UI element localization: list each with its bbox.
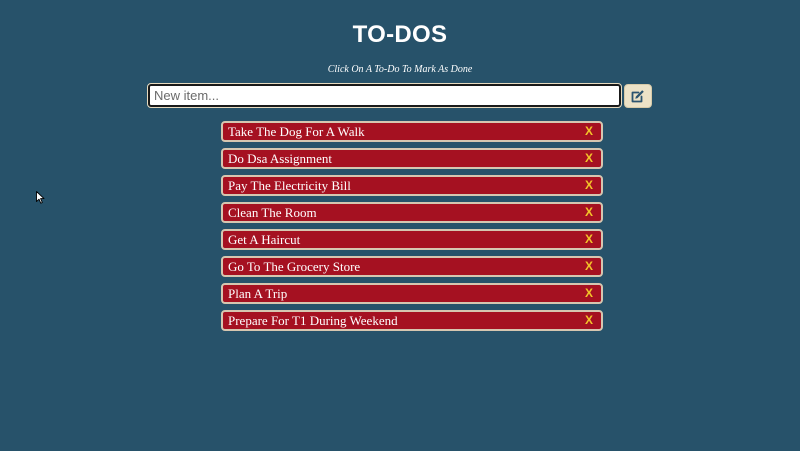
delete-button[interactable]: X: [585, 177, 593, 194]
todo-text: Take The Dog For A Walk: [228, 124, 365, 139]
todo-item[interactable]: Take The Dog For A Walk X: [221, 121, 603, 142]
edit-icon: [631, 90, 644, 103]
mouse-cursor-icon: [36, 191, 45, 204]
new-item-form: [147, 83, 653, 108]
todo-text: Pay The Electricity Bill: [228, 178, 351, 193]
todo-list: Take The Dog For A Walk X Do Dsa Assignm…: [221, 121, 603, 337]
todo-item[interactable]: Prepare For T1 During Weekend X: [221, 310, 603, 331]
todo-item[interactable]: Clean The Room X: [221, 202, 603, 223]
todo-text: Get A Haircut: [228, 232, 301, 247]
todo-item[interactable]: Pay The Electricity Bill X: [221, 175, 603, 196]
todo-text: Clean The Room: [228, 205, 317, 220]
delete-button[interactable]: X: [585, 312, 593, 329]
todo-item[interactable]: Get A Haircut X: [221, 229, 603, 250]
instructions-text: Click On A To-Do To Mark As Done: [327, 64, 473, 75]
add-item-button[interactable]: [624, 84, 652, 108]
delete-button[interactable]: X: [585, 204, 593, 221]
todo-item[interactable]: Go To The Grocery Store X: [221, 256, 603, 277]
todo-item[interactable]: Plan A Trip X: [221, 283, 603, 304]
delete-button[interactable]: X: [585, 285, 593, 302]
todo-item[interactable]: Do Dsa Assignment X: [221, 148, 603, 169]
todo-text: Plan A Trip: [228, 286, 288, 301]
delete-button[interactable]: X: [585, 123, 593, 140]
new-item-input[interactable]: [147, 83, 622, 108]
todo-text: Prepare For T1 During Weekend: [228, 313, 398, 328]
delete-button[interactable]: X: [585, 150, 593, 167]
page-title: TO-DOS: [352, 21, 448, 48]
todo-text: Do Dsa Assignment: [228, 151, 332, 166]
delete-button[interactable]: X: [585, 231, 593, 248]
todo-text: Go To The Grocery Store: [228, 259, 361, 274]
delete-button[interactable]: X: [585, 258, 593, 275]
